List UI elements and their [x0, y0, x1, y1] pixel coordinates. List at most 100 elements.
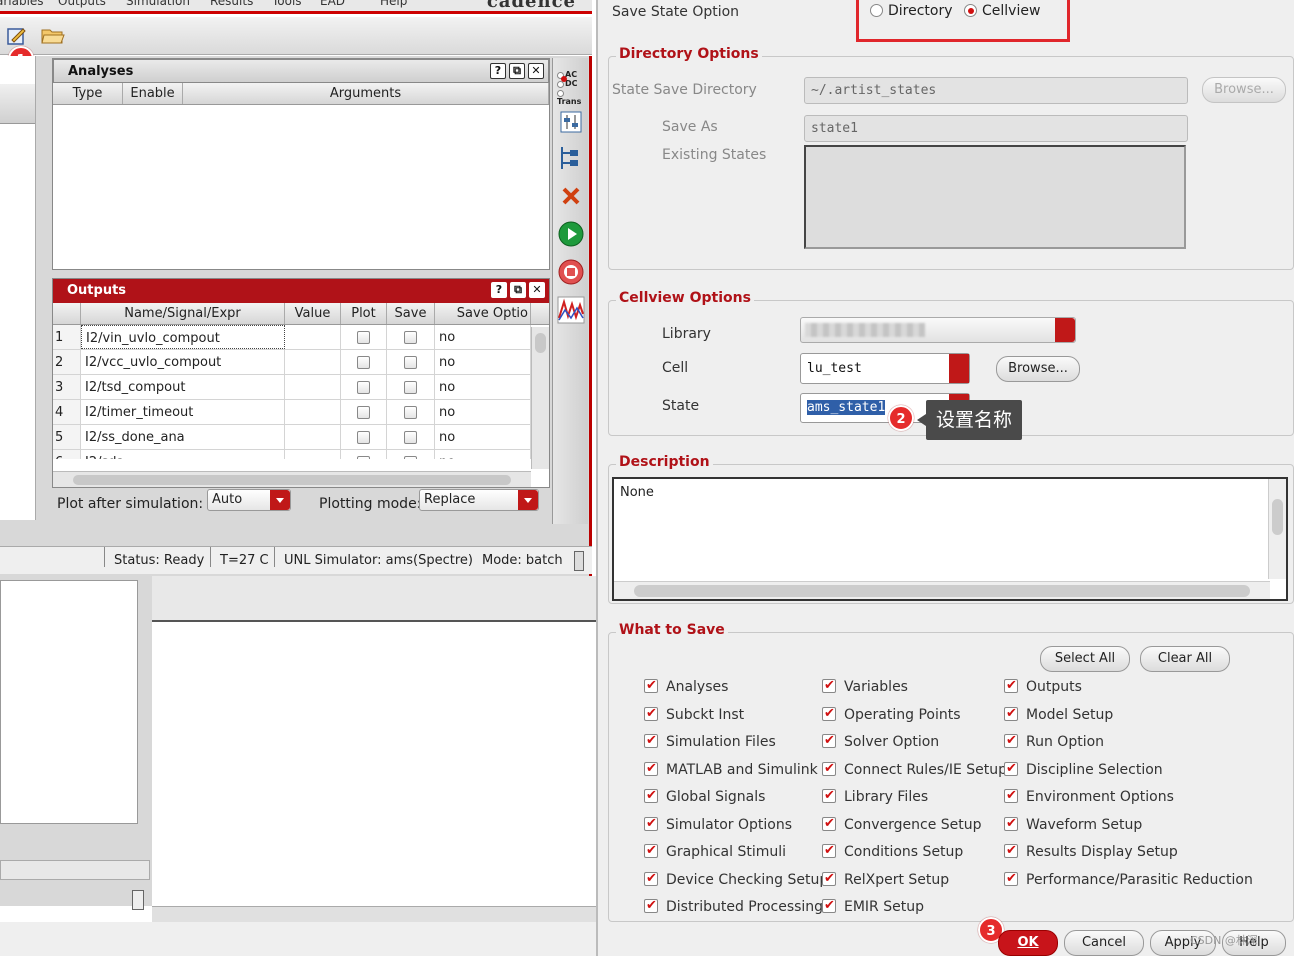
save-option-checkbox[interactable]: Connect Rules/IE Setup — [822, 759, 1007, 780]
save-option-checkbox[interactable]: Results Display Setup — [1004, 841, 1178, 862]
table-row[interactable]: 1 I2/vin_uvlo_compout no — [53, 325, 531, 350]
state-save-dir-field[interactable]: ~/.artist_states — [804, 77, 1188, 104]
description-hscrollbar[interactable] — [614, 581, 1270, 599]
save-option-checkbox[interactable]: Environment Options — [1004, 786, 1174, 807]
menu-help[interactable]: Help — [380, 0, 407, 8]
save-option-checkbox[interactable]: Library Files — [822, 786, 928, 807]
save-option-checkbox[interactable]: EMIR Setup — [822, 896, 924, 917]
checkbox-checked-icon[interactable] — [822, 841, 836, 861]
run-icon[interactable] — [557, 220, 585, 248]
sliders-icon[interactable] — [557, 108, 585, 136]
col-plot[interactable]: Plot — [341, 303, 387, 324]
plot-checkbox[interactable] — [357, 331, 370, 344]
menu-simulation[interactable]: Simulation — [126, 0, 190, 8]
checkbox-checked-icon[interactable] — [1004, 676, 1018, 696]
help-icon[interactable]: ? — [491, 282, 507, 298]
menu-variables[interactable]: ariables — [0, 0, 44, 8]
menu-tools[interactable]: Tools — [272, 0, 302, 8]
checkbox-checked-icon[interactable] — [644, 896, 658, 916]
save-option-checkbox[interactable]: Waveform Setup — [1004, 814, 1142, 835]
outputs-hscrollbar[interactable] — [53, 471, 531, 487]
float-icon[interactable]: ⧉ — [510, 282, 526, 298]
save-checkbox[interactable] — [404, 381, 417, 394]
checkbox-checked-icon[interactable] — [1004, 869, 1018, 889]
save-option-checkbox[interactable]: Operating Points — [822, 704, 961, 725]
checkbox-checked-icon[interactable] — [822, 814, 836, 834]
save-option-checkbox[interactable]: Subckt Inst — [644, 704, 744, 725]
bg-hscrollbar[interactable] — [152, 906, 596, 922]
tree-icon[interactable] — [557, 144, 585, 172]
help-icon[interactable]: ? — [490, 63, 506, 79]
save-checkbox[interactable] — [404, 431, 417, 444]
save-option-checkbox[interactable]: Convergence Setup — [822, 814, 982, 835]
save-as-field[interactable]: state1 — [804, 115, 1188, 142]
checkbox-checked-icon[interactable] — [644, 786, 658, 806]
save-option-checkbox[interactable]: Simulation Files — [644, 731, 776, 752]
outputs-vscrollbar[interactable] — [531, 327, 549, 469]
plot-checkbox[interactable] — [357, 431, 370, 444]
float-icon[interactable]: ⧉ — [509, 63, 525, 79]
checkbox-checked-icon[interactable] — [644, 676, 658, 696]
save-option-checkbox[interactable]: Outputs — [1004, 676, 1082, 697]
checkbox-checked-icon[interactable] — [1004, 786, 1018, 806]
checkbox-checked-icon[interactable] — [1004, 731, 1018, 751]
checkbox-checked-icon[interactable] — [822, 704, 836, 724]
clear-all-button[interactable]: Clear All — [1140, 646, 1230, 672]
col-name[interactable]: Name/Signal/Expr — [81, 303, 285, 324]
save-option-checkbox[interactable]: Global Signals — [644, 786, 765, 807]
chevron-down-icon[interactable] — [1055, 318, 1075, 342]
checkbox-checked-icon[interactable] — [644, 841, 658, 861]
table-row[interactable]: 4 I2/timer_timeout no — [53, 400, 531, 425]
save-option-checkbox[interactable]: Variables — [822, 676, 908, 697]
ok-button[interactable]: OK — [998, 930, 1058, 956]
description-vscrollbar[interactable] — [1268, 479, 1286, 579]
close-icon[interactable]: ✕ — [529, 282, 545, 298]
delete-icon[interactable] — [557, 182, 585, 210]
checkbox-checked-icon[interactable] — [1004, 814, 1018, 834]
save-option-checkbox[interactable]: Analyses — [644, 676, 728, 697]
col-save[interactable]: Save — [387, 303, 435, 324]
plot-checkbox[interactable] — [357, 381, 370, 394]
radio-cellview[interactable]: Cellview — [964, 3, 1040, 19]
menu-outputs[interactable]: Outputs — [58, 0, 106, 8]
table-row[interactable]: 2 I2/vcc_uvlo_compout no — [53, 350, 531, 375]
save-option-checkbox[interactable]: Graphical Stimuli — [644, 841, 786, 862]
col-type[interactable]: Type — [53, 83, 123, 104]
plotting-mode-select[interactable]: Replace — [419, 489, 539, 511]
save-option-checkbox[interactable]: MATLAB and Simulink — [644, 759, 818, 780]
select-all-button[interactable]: Select All — [1040, 646, 1130, 672]
checkbox-checked-icon[interactable] — [644, 704, 658, 724]
col-arguments[interactable]: Arguments — [183, 83, 549, 104]
col-value[interactable]: Value — [285, 303, 341, 324]
checkbox-checked-icon[interactable] — [822, 676, 836, 696]
close-icon[interactable]: ✕ — [528, 63, 544, 79]
plot-checkbox[interactable] — [357, 406, 370, 419]
menu-ead[interactable]: EAD — [320, 0, 345, 8]
cell-field[interactable]: lu_test — [800, 353, 970, 384]
checkbox-checked-icon[interactable] — [644, 869, 658, 889]
save-option-checkbox[interactable]: Distributed Processing — [644, 896, 823, 917]
col-enable[interactable]: Enable — [123, 83, 183, 104]
save-option-checkbox[interactable]: RelXpert Setup — [822, 869, 949, 890]
save-option-checkbox[interactable]: Run Option — [1004, 731, 1104, 752]
checkbox-checked-icon[interactable] — [822, 896, 836, 916]
dir-browse-button[interactable]: Browse... — [1202, 77, 1286, 103]
save-checkbox[interactable] — [404, 331, 417, 344]
save-option-checkbox[interactable]: Model Setup — [1004, 704, 1113, 725]
edit-icon[interactable] — [4, 23, 30, 49]
save-option-checkbox[interactable]: Device Checking Setup — [644, 869, 828, 890]
save-checkbox[interactable] — [404, 356, 417, 369]
checkbox-checked-icon[interactable] — [644, 759, 658, 779]
save-option-checkbox[interactable]: Solver Option — [822, 731, 939, 752]
chevron-down-icon[interactable] — [949, 354, 969, 383]
checkbox-checked-icon[interactable] — [822, 869, 836, 889]
menu-results[interactable]: Results — [210, 0, 253, 8]
resize-grip[interactable] — [574, 551, 584, 571]
plot-checkbox[interactable] — [357, 456, 370, 459]
table-row[interactable]: 6 I2/sda no — [53, 450, 531, 459]
open-folder-icon[interactable] — [40, 23, 66, 49]
chevron-down-icon[interactable] — [518, 490, 538, 510]
cancel-button[interactable]: Cancel — [1064, 930, 1144, 956]
cell-browse-button[interactable]: Browse... — [996, 356, 1080, 382]
waveform-icon[interactable] — [557, 296, 585, 324]
